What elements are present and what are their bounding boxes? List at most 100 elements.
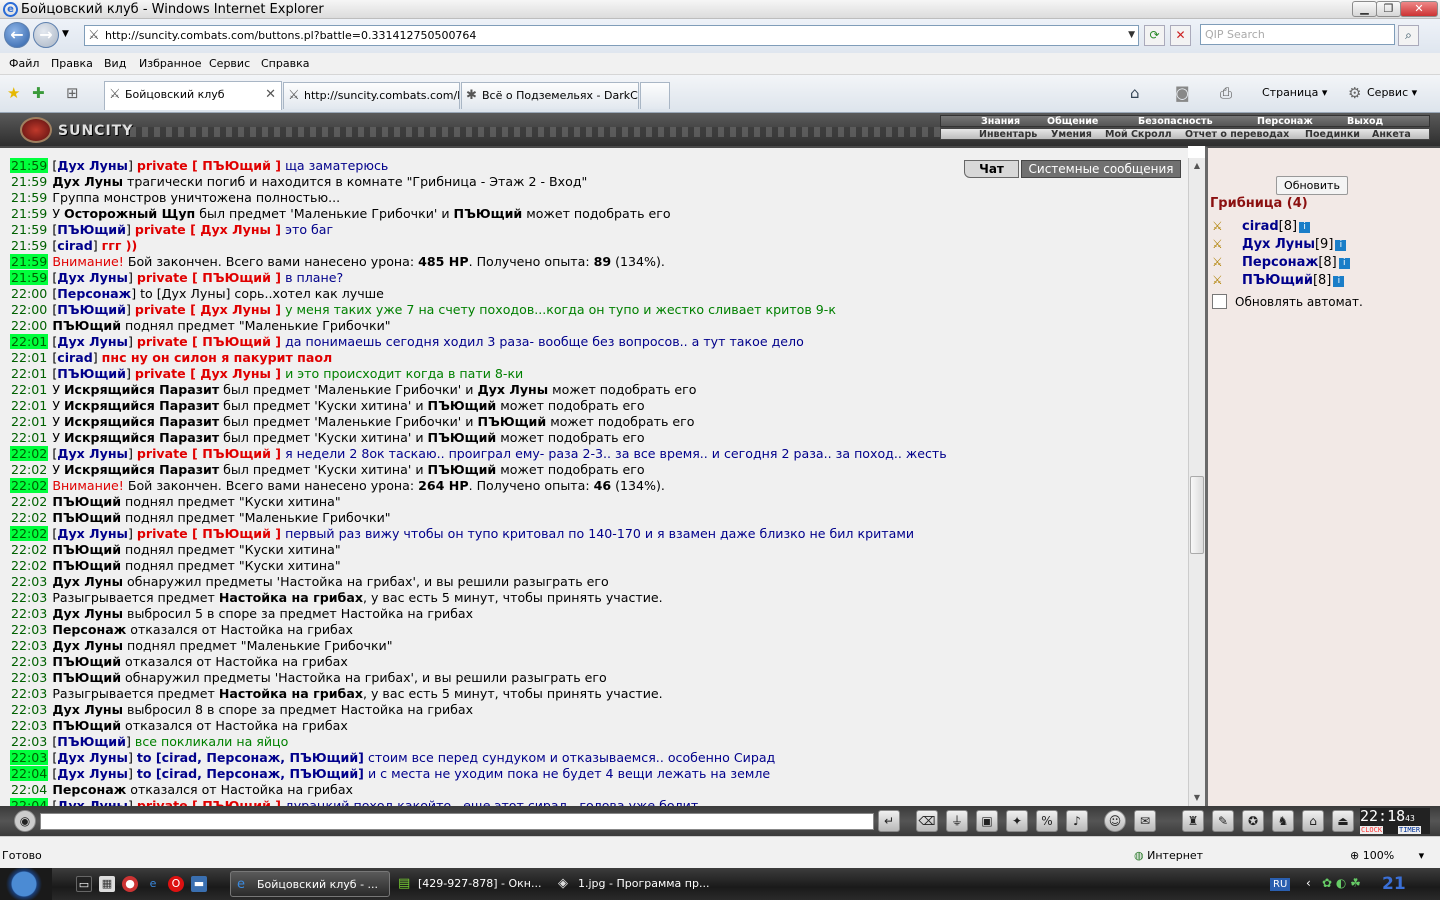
chat-timestamp[interactable]: 22:01: [10, 398, 48, 413]
calc-icon[interactable]: ▦: [99, 876, 115, 892]
chat-nickname[interactable]: ПЪЮщий: [57, 222, 126, 237]
chat-nickname[interactable]: ПЪЮщий: [57, 302, 126, 317]
filter-icon[interactable]: ⏚: [946, 810, 968, 832]
chat-timestamp[interactable]: 21:59: [10, 254, 49, 269]
map-icon[interactable]: ✪: [1242, 810, 1264, 832]
player-item[interactable]: ⚔ cirad[8] i: [1212, 217, 1311, 235]
menu-view[interactable]: Вид: [104, 53, 126, 75]
refresh-icon[interactable]: ⟳: [1144, 25, 1165, 46]
player-item[interactable]: ⚔ Персонаж[8] i: [1212, 253, 1350, 271]
player-item[interactable]: ⚔ Дух Луны[9] i: [1212, 235, 1347, 253]
chat-nickname[interactable]: Дух Луны: [57, 766, 128, 781]
chat-timestamp[interactable]: 22:04: [10, 766, 49, 781]
history-dropdown-icon[interactable]: ▼: [62, 29, 69, 39]
print-icon[interactable]: ⎙: [1220, 84, 1232, 102]
auto-update-checkbox[interactable]: [1212, 294, 1227, 309]
new-tab-button[interactable]: [640, 82, 670, 109]
taskbar-item-qip[interactable]: ▤ [429-927-878] - Окн...: [392, 871, 552, 897]
chat-nickname[interactable]: Дух Луны: [57, 158, 128, 173]
chat-nickname[interactable]: ПЪЮщий: [57, 366, 126, 381]
tab-darkclub[interactable]: ✱ Всё о Подземельях - DarkCl...: [461, 82, 639, 109]
chat-timestamp[interactable]: 21:59: [10, 190, 48, 205]
chat-input[interactable]: [40, 813, 874, 830]
chat-nickname[interactable]: Персонаж: [57, 286, 131, 301]
chat-nickname[interactable]: to [cirad, Персонаж, ПЪЮщий]: [137, 766, 364, 781]
stop-icon[interactable]: ✕: [1170, 25, 1191, 46]
language-indicator[interactable]: RU: [1270, 878, 1291, 891]
helmet-icon[interactable]: ♞: [1272, 810, 1294, 832]
chat-timestamp[interactable]: 22:02: [10, 478, 49, 493]
page-menu[interactable]: Страница ▾: [1262, 86, 1327, 99]
chat-timestamp[interactable]: 21:59: [10, 238, 48, 253]
menu-profile[interactable]: Анкета: [1372, 130, 1411, 140]
tray-icons[interactable]: ✿ ◐ ☘: [1322, 876, 1361, 890]
chat-timestamp[interactable]: 22:03: [10, 718, 48, 733]
chat-timestamp[interactable]: 22:02: [10, 462, 48, 477]
chat-scrollbar[interactable]: ▲ ▼: [1188, 158, 1205, 806]
forward-button[interactable]: →: [33, 22, 59, 48]
chat-nickname[interactable]: cirad: [57, 350, 93, 365]
menu-knowledge[interactable]: Знания: [981, 117, 1020, 127]
clock-label[interactable]: CLOCK: [1360, 826, 1384, 834]
bag-icon[interactable]: ♜: [1182, 810, 1204, 832]
tray-expand-icon[interactable]: ‹: [1306, 876, 1311, 890]
home-icon[interactable]: ⌂: [1130, 84, 1140, 102]
search-icon[interactable]: ⌕: [1398, 25, 1419, 46]
scroll-icon[interactable]: ✎: [1212, 810, 1234, 832]
chat-timestamp[interactable]: 22:02: [10, 494, 48, 509]
chat-timestamp[interactable]: 22:02: [10, 446, 49, 461]
info-icon[interactable]: i: [1333, 276, 1345, 287]
chat-timestamp[interactable]: 22:03: [10, 734, 48, 749]
chat-nickname[interactable]: Дух Луны: [57, 750, 128, 765]
maximize-button[interactable]: ❐: [1376, 1, 1401, 17]
chat-timestamp[interactable]: 21:59: [10, 270, 49, 285]
feeds-icon[interactable]: ◙: [1175, 84, 1190, 102]
chat-timestamp[interactable]: 22:02: [10, 510, 48, 525]
chat-timestamp[interactable]: 22:02: [10, 542, 48, 557]
chat-timestamp[interactable]: 22:02: [10, 526, 49, 541]
chat-timestamp[interactable]: 22:01: [10, 366, 48, 381]
chat-mode-icon[interactable]: ◉: [14, 810, 36, 832]
search-input[interactable]: QIP Search: [1200, 24, 1395, 45]
chat-timestamp[interactable]: 22:01: [10, 382, 48, 397]
chat-timestamp[interactable]: 22:01: [10, 334, 49, 349]
fight-icon[interactable]: ✦: [1006, 810, 1028, 832]
start-button[interactable]: [0, 868, 52, 900]
chat-timestamp[interactable]: 22:04: [10, 782, 48, 797]
close-window-button[interactable]: ✕: [1400, 1, 1438, 17]
save-icon[interactable]: ▣: [976, 810, 998, 832]
chat-timestamp[interactable]: 22:03: [10, 670, 48, 685]
info-icon[interactable]: i: [1299, 222, 1311, 233]
zoom-level[interactable]: ⊕ 100% ▾: [1350, 849, 1424, 862]
chat-nickname[interactable]: ПЪЮщий: [57, 734, 126, 749]
smiley-icon[interactable]: ☺: [1104, 810, 1126, 832]
chat-timestamp[interactable]: 22:03: [10, 686, 48, 701]
chat-timestamp[interactable]: 21:59: [10, 222, 48, 237]
info-icon[interactable]: i: [1338, 258, 1350, 269]
menu-my-scroll[interactable]: Мой Скролл: [1105, 130, 1172, 140]
chat-nickname[interactable]: Дух Луны: [57, 446, 128, 461]
menu-transfer-report[interactable]: Отчет о переводах: [1185, 130, 1289, 140]
ie-quicklaunch-icon[interactable]: e: [145, 876, 161, 892]
refresh-room-button[interactable]: Обновить: [1276, 176, 1348, 195]
tools-menu[interactable]: Сервис ▾: [1367, 86, 1417, 99]
scroll-thumb[interactable]: [1190, 476, 1204, 554]
percent-icon[interactable]: %: [1036, 810, 1058, 832]
chat-timestamp[interactable]: 21:59: [10, 206, 48, 221]
chat-timestamp[interactable]: 22:01: [10, 430, 48, 445]
chat-timestamp[interactable]: 22:00: [10, 286, 48, 301]
chat-nickname[interactable]: Дух Луны: [57, 798, 128, 806]
menu-skills[interactable]: Умения: [1051, 130, 1092, 140]
exit-icon[interactable]: ⏏: [1332, 810, 1354, 832]
chat-timestamp[interactable]: 22:02: [10, 558, 48, 573]
chat-timestamp[interactable]: 22:03: [10, 606, 48, 621]
add-favorite-icon[interactable]: ✚: [32, 84, 45, 102]
close-tab-icon[interactable]: ✕: [265, 82, 276, 108]
menu-character[interactable]: Персонаж: [1257, 117, 1313, 127]
taskbar-item-ie[interactable]: e Бойцовский клуб - ...: [230, 871, 390, 897]
chat-timestamp[interactable]: 22:04: [10, 798, 49, 806]
back-button[interactable]: ←: [4, 22, 30, 48]
chat-timestamp[interactable]: 22:01: [10, 414, 48, 429]
menu-help[interactable]: Справка: [261, 53, 309, 75]
chat-timestamp[interactable]: 22:03: [10, 654, 48, 669]
